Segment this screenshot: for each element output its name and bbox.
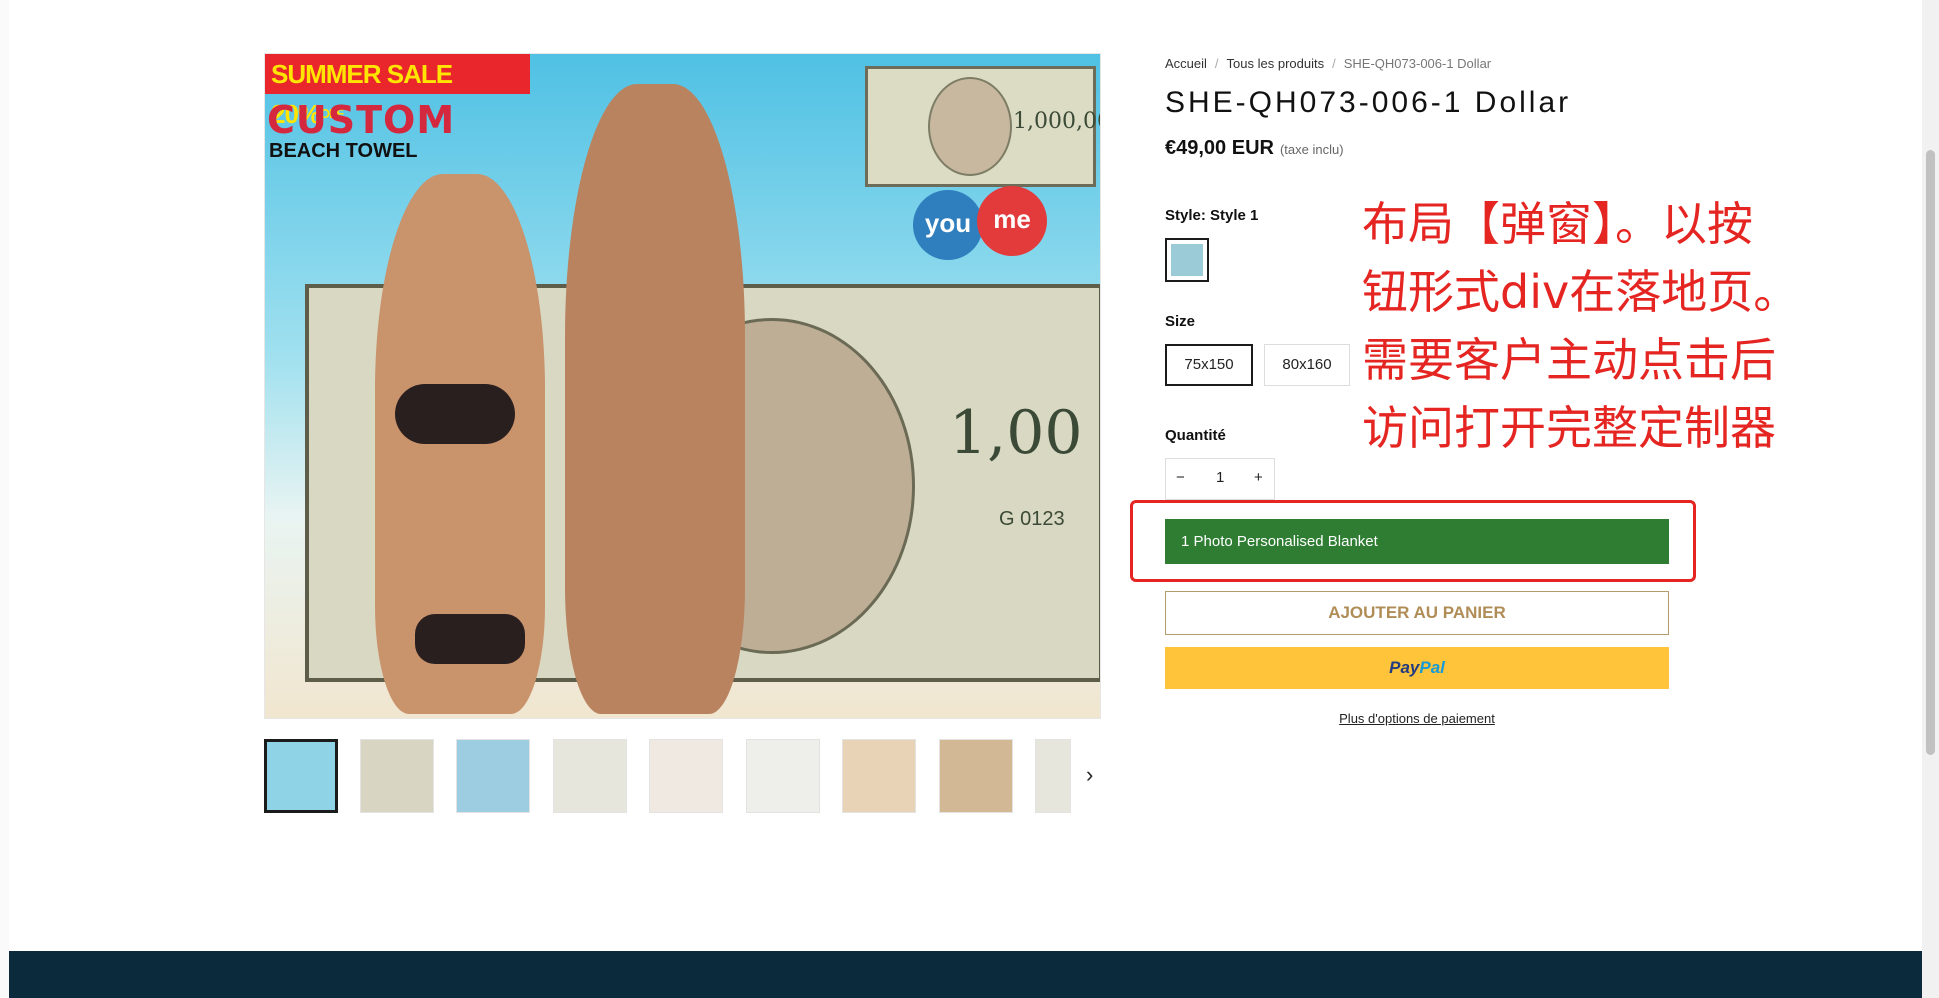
breadcrumb: Accueil / Tous les produits / SHE-QH073-006-… (1165, 56, 1492, 71)
paypal-button[interactable]: PayPal (1165, 647, 1669, 689)
page-left-edge (0, 0, 9, 998)
thumbnail-3[interactable] (456, 739, 530, 813)
quantity-increase-button[interactable]: + (1254, 469, 1263, 486)
thumbnail-8[interactable] (939, 739, 1013, 813)
thumbnail-7[interactable] (842, 739, 916, 813)
towel-serial: G 0123 (999, 508, 1065, 530)
breadcrumb-all-products[interactable]: Tous les produits (1227, 56, 1325, 71)
heart-me-icon: me (977, 186, 1047, 256)
thumbnail-6[interactable] (746, 739, 820, 813)
quantity-decrease-button[interactable]: − (1176, 469, 1185, 486)
style-swatch-image (1171, 244, 1203, 276)
chevron-right-icon[interactable]: › (1086, 762, 1093, 788)
towel-number: 1,00 (949, 398, 1083, 468)
thumbnail-4[interactable] (553, 739, 627, 813)
thumbnail-2[interactable] (360, 739, 434, 813)
tax-note: (taxe inclu) (1279, 142, 1344, 157)
bill-number: 1,000,000 (1013, 109, 1100, 134)
sale-banner: SUMMER SALE 20%OFF (265, 54, 530, 129)
scrollbar-thumb[interactable] (1926, 150, 1935, 755)
size-label: Size (1165, 313, 1196, 330)
quantity-stepper: − 1 + (1165, 458, 1275, 500)
add-to-cart-button[interactable]: AJOUTER AU PANIER (1165, 591, 1669, 635)
dollar-bill-preview: 1,000,000 (865, 66, 1100, 187)
man-figure (565, 84, 745, 714)
quantity-value[interactable]: 1 (1216, 469, 1224, 486)
quantity-label: Quantité (1165, 427, 1226, 444)
product-price: €49,00 EUR (taxe inclu) (1165, 137, 1344, 159)
breadcrumb-home[interactable]: Accueil (1165, 56, 1207, 71)
more-payment-options-link[interactable]: Plus d'options de paiement (1165, 711, 1669, 726)
breadcrumb-current: SHE-QH073-006-1 Dollar (1343, 56, 1492, 71)
bikini-top (395, 384, 515, 444)
size-option-75x150[interactable]: 75x150 (1165, 344, 1253, 386)
style-label: Style: Style 1 (1165, 207, 1259, 224)
beach-towel-subtitle: BEACH TOWEL (269, 140, 418, 162)
personalise-blanket-button[interactable]: 1 Photo Personalised Blanket (1165, 519, 1669, 564)
size-option-80x160[interactable]: 80x160 (1264, 344, 1350, 386)
custom-title: CUSTOM (267, 98, 456, 142)
style-swatch[interactable] (1165, 238, 1209, 282)
thumbnail-9[interactable] (1035, 739, 1071, 813)
bill-photo-oval (928, 77, 1012, 176)
bikini-bottom (415, 614, 525, 664)
footer-bar (9, 951, 1922, 998)
thumbnail-1[interactable] (264, 739, 338, 813)
thumbnail-5[interactable] (649, 739, 723, 813)
heart-you-icon: you (913, 190, 983, 260)
annotation-text: 布局【弹窗】。以按 钮形式div在落地页。 需要客户主动点击后 访问打开完整定制… (1362, 197, 1800, 455)
main-product-image[interactable]: 1,00 G 0123 SUMMER SALE 20%OFF CUSTOM BE… (264, 53, 1101, 719)
product-title: SHE-QH073-006-1 Dollar (1165, 86, 1572, 119)
